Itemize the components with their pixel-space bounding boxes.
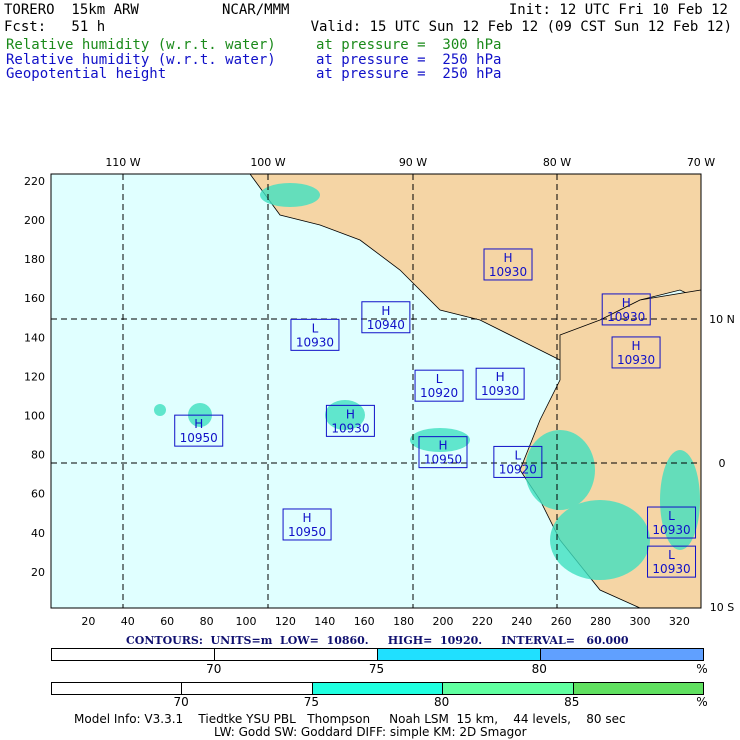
colorbar-label: 80 xyxy=(531,662,547,676)
colorbar-label: % xyxy=(696,695,708,709)
center-value: 10930 xyxy=(481,384,519,398)
colorbar-segment xyxy=(443,683,574,694)
contour-info: CONTOURS: UNITS=m LOW= 10860. HIGH= 1092… xyxy=(126,634,629,647)
y-tick-label: 40 xyxy=(31,527,45,540)
colorbar-segment xyxy=(52,683,183,694)
center-value: 10930 xyxy=(607,310,645,324)
center-type: L xyxy=(668,509,675,523)
y-tick-label: 20 xyxy=(31,566,45,579)
colorbar-label: 70 xyxy=(173,695,189,709)
colorbar-segment xyxy=(215,649,378,660)
y-tick-label: 180 xyxy=(24,253,45,266)
center-type: H xyxy=(503,251,512,265)
center-value: 10930 xyxy=(652,523,690,537)
init-time: Init: 12 UTC Fri 10 Feb 12 xyxy=(508,2,728,18)
x-tick-label: 280 xyxy=(590,615,611,628)
center-value: 10930 xyxy=(331,421,369,435)
center-value: 10950 xyxy=(180,431,218,445)
center-value: 10920 xyxy=(420,386,458,400)
center-value: 10920 xyxy=(499,462,537,476)
org-label: NCAR/MMM xyxy=(222,2,290,18)
center-type: L xyxy=(668,548,675,562)
x-tick-label: 60 xyxy=(160,615,174,628)
field-3-name: Geopotential height xyxy=(6,66,167,82)
y-tick-label: 60 xyxy=(31,488,45,501)
x-tick-label: 180 xyxy=(393,615,414,628)
center-type: H xyxy=(496,370,505,384)
lat-label: 10 N xyxy=(709,313,735,326)
center-value: 10950 xyxy=(288,525,326,539)
lon-label: 70 W xyxy=(687,156,715,169)
colorbar-segment xyxy=(182,683,313,694)
colorbar-segment xyxy=(573,683,704,694)
field-1-name: Relative humidity (w.r.t. water) xyxy=(6,37,276,53)
center-value: 10930 xyxy=(652,562,690,576)
lon-label: 80 W xyxy=(543,156,571,169)
lon-label: 90 W xyxy=(399,156,427,169)
x-tick-label: 140 xyxy=(314,615,335,628)
y-tick-label: 120 xyxy=(24,370,45,383)
x-tick-label: 240 xyxy=(511,615,532,628)
y-tick-label: 100 xyxy=(24,410,45,423)
colorbar-300hpa xyxy=(51,682,704,695)
field-3-level: at pressure = 250 hPa xyxy=(316,66,502,82)
colorbar-label: 75 xyxy=(303,695,320,709)
center-value: 10950 xyxy=(424,453,462,467)
lat-label: 0 xyxy=(719,457,726,470)
field-1-level: at pressure = 300 hPa xyxy=(316,37,502,53)
center-type: H xyxy=(438,439,447,453)
x-tick-label: 100 xyxy=(236,615,257,628)
center-type: H xyxy=(381,304,390,318)
colorbar-segment xyxy=(312,683,444,694)
center-value: 10940 xyxy=(367,318,405,332)
center-type: H xyxy=(622,296,631,310)
colorbar-label: % xyxy=(696,662,708,676)
center-value: 10930 xyxy=(296,335,334,349)
colorbar-label: 85 xyxy=(564,695,580,709)
x-tick-label: 300 xyxy=(630,615,651,628)
y-tick-label: 140 xyxy=(24,331,45,344)
x-tick-label: 40 xyxy=(121,615,135,628)
lon-label: 100 W xyxy=(250,156,285,169)
y-tick-label: 160 xyxy=(24,292,45,305)
y-tick-label: 200 xyxy=(24,214,45,227)
center-type: H xyxy=(303,511,312,525)
x-tick-label: 160 xyxy=(354,615,375,628)
colorbar-label: 75 xyxy=(368,662,385,676)
center-type: H xyxy=(346,407,355,421)
y-tick-label: 220 xyxy=(24,175,45,188)
colorbar-segment xyxy=(378,649,541,660)
model-info-line2: LW: Godd SW: Goddard DIFF: simple KM: 2D… xyxy=(214,725,527,739)
lat-label: 10 S xyxy=(710,601,734,614)
center-type: L xyxy=(515,448,522,462)
colorbar-label: 80 xyxy=(433,695,450,709)
center-type: H xyxy=(194,417,203,431)
x-tick-label: 320 xyxy=(669,615,690,628)
lon-label: 110 W xyxy=(105,156,140,169)
x-tick-label: 200 xyxy=(433,615,454,628)
colorbar-label: 70 xyxy=(206,662,222,676)
model-title: TORERO 15km ARW xyxy=(4,2,139,18)
model-info-line1: Model Info: V3.3.1 Tiedtke YSU PBL Thomp… xyxy=(74,712,626,726)
colorbar-segment xyxy=(52,649,215,660)
valid-time: Valid: 15 UTC Sun 12 Feb 12 (09 CST Sun … xyxy=(310,19,732,35)
colorbar-250hpa xyxy=(51,648,704,661)
x-tick-label: 220 xyxy=(472,615,493,628)
center-value: 10930 xyxy=(617,353,655,367)
y-tick-label: 80 xyxy=(31,449,45,462)
x-tick-label: 80 xyxy=(200,615,214,628)
center-value: 10930 xyxy=(489,265,527,279)
weather-map: 20 40 60 80 100 120 140 160 180 200 220 240 260 280 30… xyxy=(24,156,735,628)
x-tick-label: 120 xyxy=(275,615,296,628)
center-type: H xyxy=(632,339,641,353)
colorbar-segment xyxy=(541,649,703,660)
center-type: L xyxy=(312,321,319,335)
x-tick-label: 20 xyxy=(81,615,95,628)
center-type: L xyxy=(436,372,443,386)
forecast-hour: Fcst: 51 h xyxy=(4,19,106,35)
x-tick-label: 260 xyxy=(551,615,572,628)
